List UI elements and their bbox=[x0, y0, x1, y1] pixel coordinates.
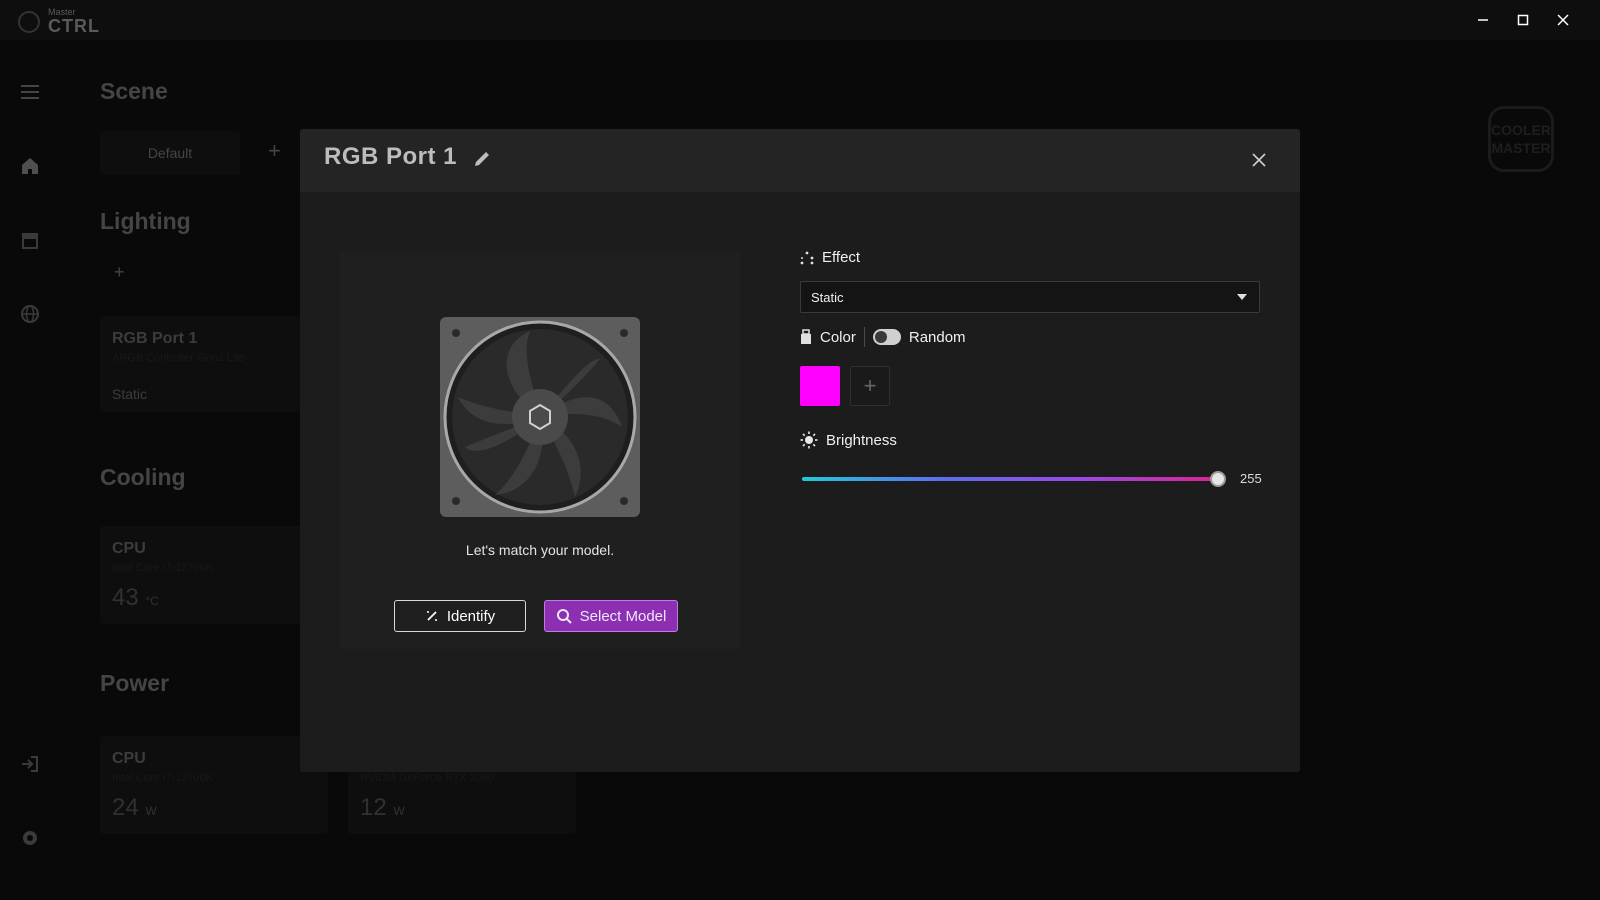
add-color-button[interactable]: + bbox=[850, 366, 890, 406]
effect-dropdown[interactable]: Static bbox=[800, 281, 1260, 313]
brightness-slider-thumb[interactable] bbox=[1210, 471, 1226, 487]
sun-icon bbox=[800, 431, 818, 449]
minimize-button[interactable] bbox=[1468, 8, 1498, 32]
sparkle-icon bbox=[800, 251, 814, 264]
effect-label-row: Effect bbox=[800, 249, 860, 266]
match-model-text: Let's match your model. bbox=[465, 542, 615, 558]
fan-image bbox=[440, 317, 640, 517]
color-swatch[interactable] bbox=[800, 366, 840, 406]
close-icon bbox=[1252, 153, 1266, 167]
close-icon bbox=[1557, 14, 1569, 26]
brand-big-text: CTRL bbox=[48, 16, 100, 36]
identify-label: Identify bbox=[446, 607, 496, 625]
device-preview-panel: Let's match your model. Identify Select … bbox=[340, 251, 740, 649]
select-model-label: Select Model bbox=[579, 607, 667, 625]
modal-header: RGB Port 1 bbox=[300, 129, 1300, 192]
brightness-label: Brightness bbox=[826, 431, 897, 449]
maximize-icon bbox=[1517, 14, 1529, 26]
search-icon bbox=[556, 609, 572, 624]
sparkle-icon bbox=[426, 611, 437, 621]
brightness-value: 255 bbox=[1240, 471, 1262, 486]
brightness-slider-track[interactable] bbox=[802, 477, 1222, 481]
minimize-icon bbox=[1478, 19, 1488, 21]
toggle-knob bbox=[874, 331, 887, 343]
random-toggle[interactable] bbox=[872, 329, 901, 345]
modal-close-button[interactable] bbox=[1246, 147, 1272, 173]
bucket-icon bbox=[801, 329, 811, 344]
window-close-button[interactable] bbox=[1548, 8, 1578, 32]
chevron-down-icon bbox=[1237, 294, 1247, 300]
select-model-button[interactable]: Select Model bbox=[544, 600, 678, 632]
title-bar: Master CTRL bbox=[0, 0, 1600, 40]
color-label: Color bbox=[820, 328, 856, 346]
app-logo-icon bbox=[18, 10, 40, 33]
brightness-label-row: Brightness bbox=[800, 431, 897, 449]
divider bbox=[863, 327, 865, 347]
app-brand: Master CTRL bbox=[18, 8, 100, 35]
effect-label: Effect bbox=[822, 249, 861, 266]
color-label-row: Color Random bbox=[800, 327, 966, 347]
maximize-button[interactable] bbox=[1508, 8, 1538, 32]
modal-title: RGB Port 1 bbox=[324, 143, 458, 170]
identify-button[interactable]: Identify bbox=[394, 600, 526, 632]
rgb-port-modal: RGB Port 1 Let's match your model. Ident… bbox=[300, 129, 1300, 772]
effect-value: Static bbox=[811, 289, 844, 305]
random-label: Random bbox=[908, 328, 966, 346]
edit-icon[interactable] bbox=[471, 148, 493, 170]
